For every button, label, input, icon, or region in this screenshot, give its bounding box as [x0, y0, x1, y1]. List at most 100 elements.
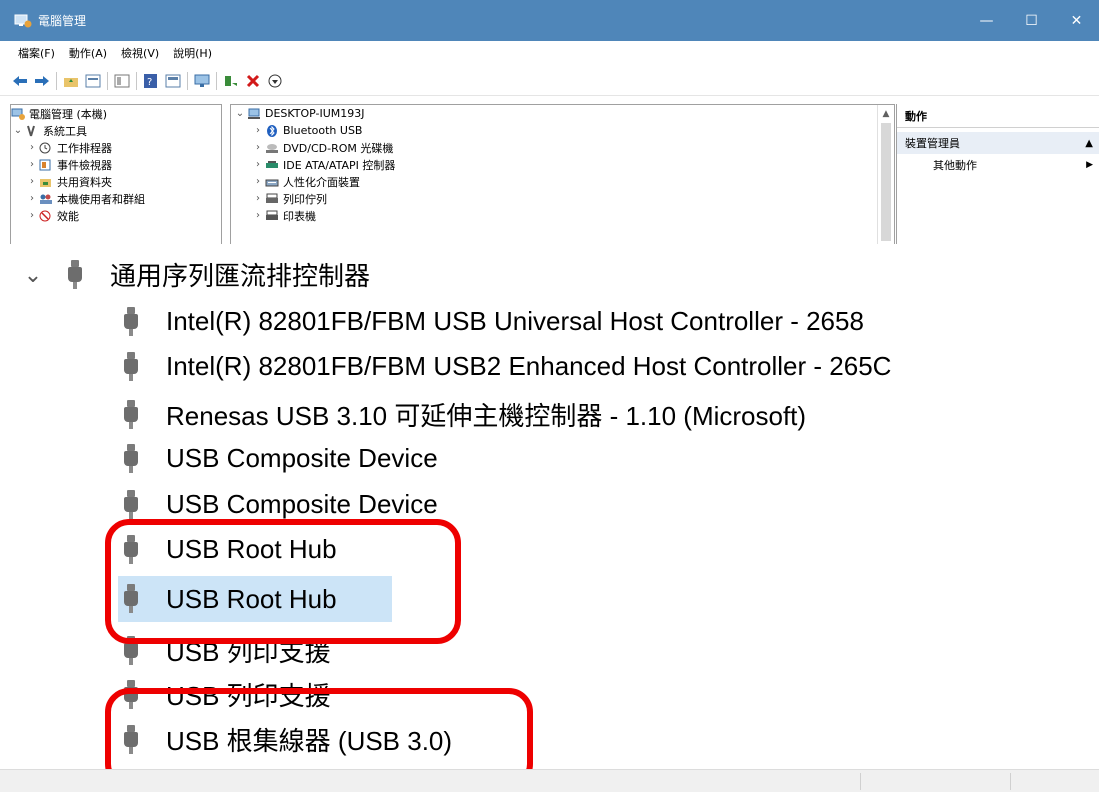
- usb-device-label: Renesas USB 3.10 可延伸主機控制器 - 1.10 (Micros…: [166, 401, 807, 431]
- toolbar-separator: [187, 71, 188, 90]
- tree-item-event-viewer[interactable]: › 事件檢視器: [11, 156, 221, 173]
- chevron-right-icon[interactable]: ›: [25, 176, 39, 187]
- usb-device-label: USB Composite Device: [166, 489, 438, 519]
- tree-item-label: 效能: [57, 209, 79, 223]
- back-icon[interactable]: [12, 73, 28, 89]
- menu-action[interactable]: 動作(A): [69, 45, 107, 61]
- device-category-hid[interactable]: › 人性化介面裝置: [231, 173, 894, 190]
- tree-item-task-scheduler[interactable]: › 工作排程器: [11, 139, 221, 156]
- chevron-right-icon[interactable]: ›: [25, 193, 39, 204]
- chevron-down-icon[interactable]: ⌄: [233, 108, 247, 119]
- tree-item-performance[interactable]: › 效能: [11, 207, 221, 224]
- view-icon[interactable]: [165, 73, 181, 89]
- device-category-dvd[interactable]: › DVD/CD-ROM 光碟機: [231, 139, 894, 156]
- menu-file[interactable]: 檔案(F): [18, 45, 55, 61]
- device-category-printers[interactable]: › 印表機: [231, 207, 894, 224]
- menu-view[interactable]: 檢視(V): [121, 45, 159, 61]
- collapse-arrow-icon[interactable]: ▲: [1085, 138, 1093, 149]
- actions-header: 動作: [897, 104, 1099, 128]
- device-category-bluetooth[interactable]: › Bluetooth USB: [231, 122, 894, 139]
- forward-icon[interactable]: [34, 73, 50, 89]
- actions-section-device-manager[interactable]: 裝置管理員 ▲: [897, 132, 1099, 154]
- tools-icon: [25, 124, 39, 137]
- show-hide-console-tree-icon[interactable]: [114, 73, 130, 89]
- monitor-icon[interactable]: [194, 73, 210, 89]
- disc-drive-icon: [265, 141, 279, 154]
- printer-icon: [265, 209, 279, 222]
- usb-plug-icon: [124, 443, 138, 474]
- tree-item-shared-folders[interactable]: › 共用資料夾: [11, 173, 221, 190]
- actions-item-label: 其他動作: [933, 159, 977, 172]
- device-category-label: 列印佇列: [283, 192, 327, 206]
- maximize-button[interactable]: ☐: [1009, 0, 1054, 41]
- actions-pane: 動作 裝置管理員 ▲ 其他動作 ▶: [896, 104, 1099, 244]
- chevron-right-icon[interactable]: ›: [251, 193, 265, 204]
- minimize-button[interactable]: —: [964, 0, 1009, 41]
- properties-icon[interactable]: [85, 73, 101, 89]
- chevron-down-icon[interactable]: ⌄: [11, 125, 25, 136]
- close-button[interactable]: ✕: [1054, 0, 1099, 41]
- toolbar-separator: [216, 71, 217, 90]
- status-divider: [1010, 773, 1011, 790]
- device-category-ide[interactable]: › IDE ATA/ATAPI 控制器: [231, 156, 894, 173]
- chevron-right-icon[interactable]: ›: [251, 210, 265, 221]
- usb-device-row[interactable]: USB Composite Device: [124, 443, 438, 474]
- menu-bar: 檔案(F) 動作(A) 檢視(V) 說明(H): [0, 41, 1099, 65]
- vertical-scrollbar[interactable]: ▲: [877, 105, 894, 244]
- usb-device-label: Intel(R) 82801FB/FBM USB2 Enhanced Host …: [166, 351, 892, 381]
- scroll-up-icon[interactable]: ▲: [878, 105, 894, 119]
- usb-plug-icon: [124, 351, 138, 382]
- enable-device-icon[interactable]: [223, 73, 239, 89]
- event-viewer-icon: [39, 158, 53, 171]
- usb-plug-icon: [124, 399, 138, 430]
- download-icon[interactable]: [267, 73, 283, 89]
- usb-device-row[interactable]: Intel(R) 82801FB/FBM USB Universal Host …: [124, 306, 864, 337]
- toolbar-separator: [136, 71, 137, 90]
- tree-item-label: 工作排程器: [57, 141, 112, 155]
- tree-item-system-tools[interactable]: ⌄ 系統工具: [11, 122, 221, 139]
- tree-item-label: 系統工具: [43, 124, 87, 138]
- chevron-right-icon[interactable]: ›: [251, 176, 265, 187]
- chevron-right-icon[interactable]: ›: [251, 125, 265, 136]
- tree-item-computer-management[interactable]: 電腦管理 (本機): [11, 105, 221, 122]
- chevron-right-icon[interactable]: ›: [251, 142, 265, 153]
- tree-item-local-users[interactable]: › 本機使用者和群組: [11, 190, 221, 207]
- actions-item-more[interactable]: 其他動作 ▶: [897, 154, 1099, 176]
- scrollbar-thumb[interactable]: [881, 123, 891, 241]
- actions-section-label: 裝置管理員: [905, 137, 960, 150]
- chevron-right-icon[interactable]: ›: [251, 159, 265, 170]
- menu-help[interactable]: 說明(H): [173, 45, 212, 61]
- chevron-right-icon[interactable]: ›: [25, 159, 39, 170]
- usb-category-row[interactable]: ⌄ 通用序列匯流排控制器: [18, 256, 370, 293]
- usb-device-row[interactable]: Renesas USB 3.10 可延伸主機控制器 - 1.10 (Micros…: [124, 396, 806, 433]
- annotation-box-root-hub: [105, 519, 461, 644]
- folder-up-icon[interactable]: [63, 73, 79, 89]
- chevron-right-icon[interactable]: ›: [25, 142, 39, 153]
- users-icon: [39, 192, 53, 205]
- usb-plug-icon: [68, 259, 82, 290]
- toolbar-separator: [107, 71, 108, 90]
- computer-manage-icon: [11, 107, 25, 120]
- submenu-arrow-icon: ▶: [1086, 160, 1093, 170]
- device-category-print-queue[interactable]: › 列印佇列: [231, 190, 894, 207]
- chevron-right-icon[interactable]: ›: [25, 210, 39, 221]
- usb-plug-icon: [124, 489, 138, 520]
- device-category-label: 印表機: [283, 209, 316, 223]
- usb-device-row[interactable]: Intel(R) 82801FB/FBM USB2 Enhanced Host …: [124, 351, 891, 382]
- performance-icon: [39, 209, 53, 222]
- chevron-down-icon[interactable]: ⌄: [18, 262, 48, 288]
- device-category-label: DVD/CD-ROM 光碟機: [283, 141, 394, 155]
- toolbar: ?: [0, 66, 1099, 96]
- device-tree-root[interactable]: ⌄ DESKTOP-IUM193J: [231, 105, 894, 122]
- svg-text:?: ?: [147, 77, 152, 88]
- device-category-label: Bluetooth USB: [283, 124, 363, 137]
- usb-category-label: 通用序列匯流排控制器: [110, 261, 371, 291]
- uninstall-icon[interactable]: [245, 73, 261, 89]
- clock-icon: [39, 141, 53, 154]
- usb-device-label: Intel(R) 82801FB/FBM USB Universal Host …: [166, 306, 864, 336]
- ide-controller-icon: [265, 158, 279, 171]
- device-tree-pane: ⌄ DESKTOP-IUM193J › Bluetooth USB › DVD/…: [230, 104, 895, 244]
- help-icon[interactable]: ?: [143, 73, 159, 89]
- computer-icon: [247, 107, 261, 120]
- usb-device-row[interactable]: USB Composite Device: [124, 489, 438, 520]
